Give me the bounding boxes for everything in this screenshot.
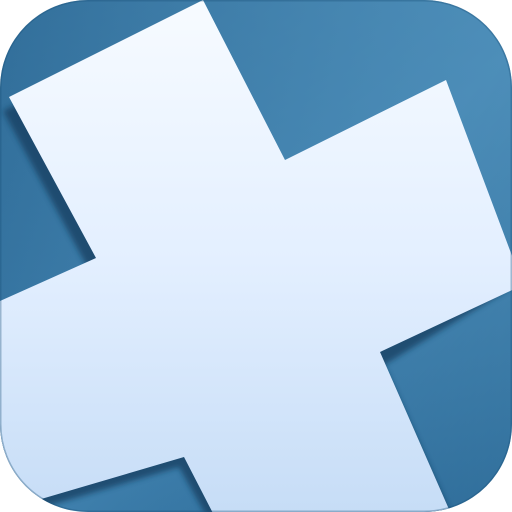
app-icon[interactable] — [0, 0, 512, 512]
